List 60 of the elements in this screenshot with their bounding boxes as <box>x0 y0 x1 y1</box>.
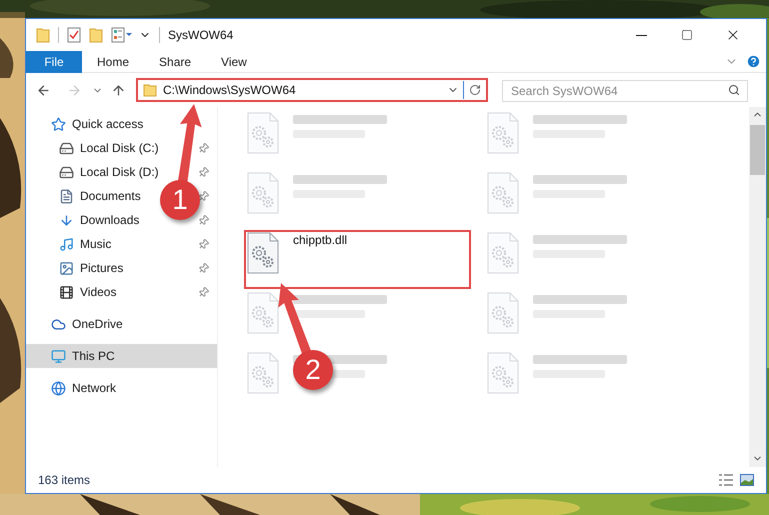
image-icon <box>59 260 74 276</box>
star-icon <box>51 116 66 132</box>
file-icon <box>487 112 519 154</box>
drive-icon <box>59 140 74 156</box>
details-view-icon[interactable] <box>718 474 734 486</box>
checklist-icon[interactable] <box>67 27 81 43</box>
nav-item[interactable]: Network <box>72 379 116 397</box>
nav-item[interactable]: Downloads <box>80 211 140 229</box>
nav-item[interactable]: Local Disk (C:) <box>80 139 159 157</box>
drive-icon <box>59 164 74 180</box>
ribbon-tab[interactable]: Share <box>145 50 206 72</box>
file-tab[interactable]: File <box>26 50 82 72</box>
down-arrow-icon <box>59 212 74 228</box>
thumbnail-view-icon[interactable] <box>740 474 754 486</box>
search-icon[interactable] <box>728 84 740 96</box>
nav-item[interactable]: Music <box>80 235 112 253</box>
up-icon[interactable] <box>111 82 126 98</box>
window-title: SysWOW64 <box>168 27 234 44</box>
blurred-type-bar <box>293 310 365 318</box>
help-icon[interactable] <box>746 54 761 69</box>
minimize-icon <box>636 34 646 36</box>
back-icon[interactable] <box>36 82 51 98</box>
address-path: C:\Windows\SysWOW64 <box>163 82 296 99</box>
film-icon <box>59 284 74 300</box>
file-item[interactable]: chipptb.dll <box>244 230 471 289</box>
nav-item[interactable]: Videos <box>80 283 116 301</box>
folder-icon[interactable] <box>89 27 103 43</box>
music-note-icon <box>59 236 74 252</box>
monitor-icon <box>51 348 66 364</box>
file-icon <box>487 352 519 394</box>
folder-icon <box>143 83 157 97</box>
refresh-icon[interactable] <box>469 84 481 96</box>
file-icon <box>247 172 279 214</box>
nav-item[interactable]: Quick access <box>72 115 144 133</box>
file-icon <box>247 112 279 154</box>
document-icon <box>59 188 74 204</box>
file-icon <box>247 232 279 274</box>
file-name: chipptb.dll <box>293 232 348 248</box>
ribbon-tab[interactable]: View <box>207 50 261 72</box>
address-bar[interactable]: C:\Windows\SysWOW64 <box>136 78 488 102</box>
nav-item[interactable]: Documents <box>80 187 141 205</box>
ribbon-tab[interactable]: Home <box>83 50 144 72</box>
nav-item[interactable]: This PC <box>72 347 115 365</box>
nav-item[interactable]: Pictures <box>80 259 124 277</box>
properties-icon[interactable] <box>111 27 133 43</box>
cloud-icon <box>51 316 66 332</box>
nav-item[interactable]: Local Disk (D:) <box>80 163 159 181</box>
globe-icon <box>51 380 66 396</box>
file-icon <box>247 292 279 334</box>
file-icon <box>487 292 519 334</box>
folder-icon[interactable] <box>36 27 50 43</box>
item-count: 163 items <box>38 472 90 489</box>
maximize-icon <box>681 29 693 41</box>
search-field[interactable]: Search SysWOW64 <box>502 80 748 102</box>
scrollbar[interactable] <box>749 107 766 467</box>
file-icon <box>487 232 519 274</box>
file-icon <box>487 172 519 214</box>
nav-item[interactable]: OneDrive <box>72 315 123 333</box>
file-icon <box>247 352 279 394</box>
scroll-thumb[interactable] <box>750 125 765 175</box>
